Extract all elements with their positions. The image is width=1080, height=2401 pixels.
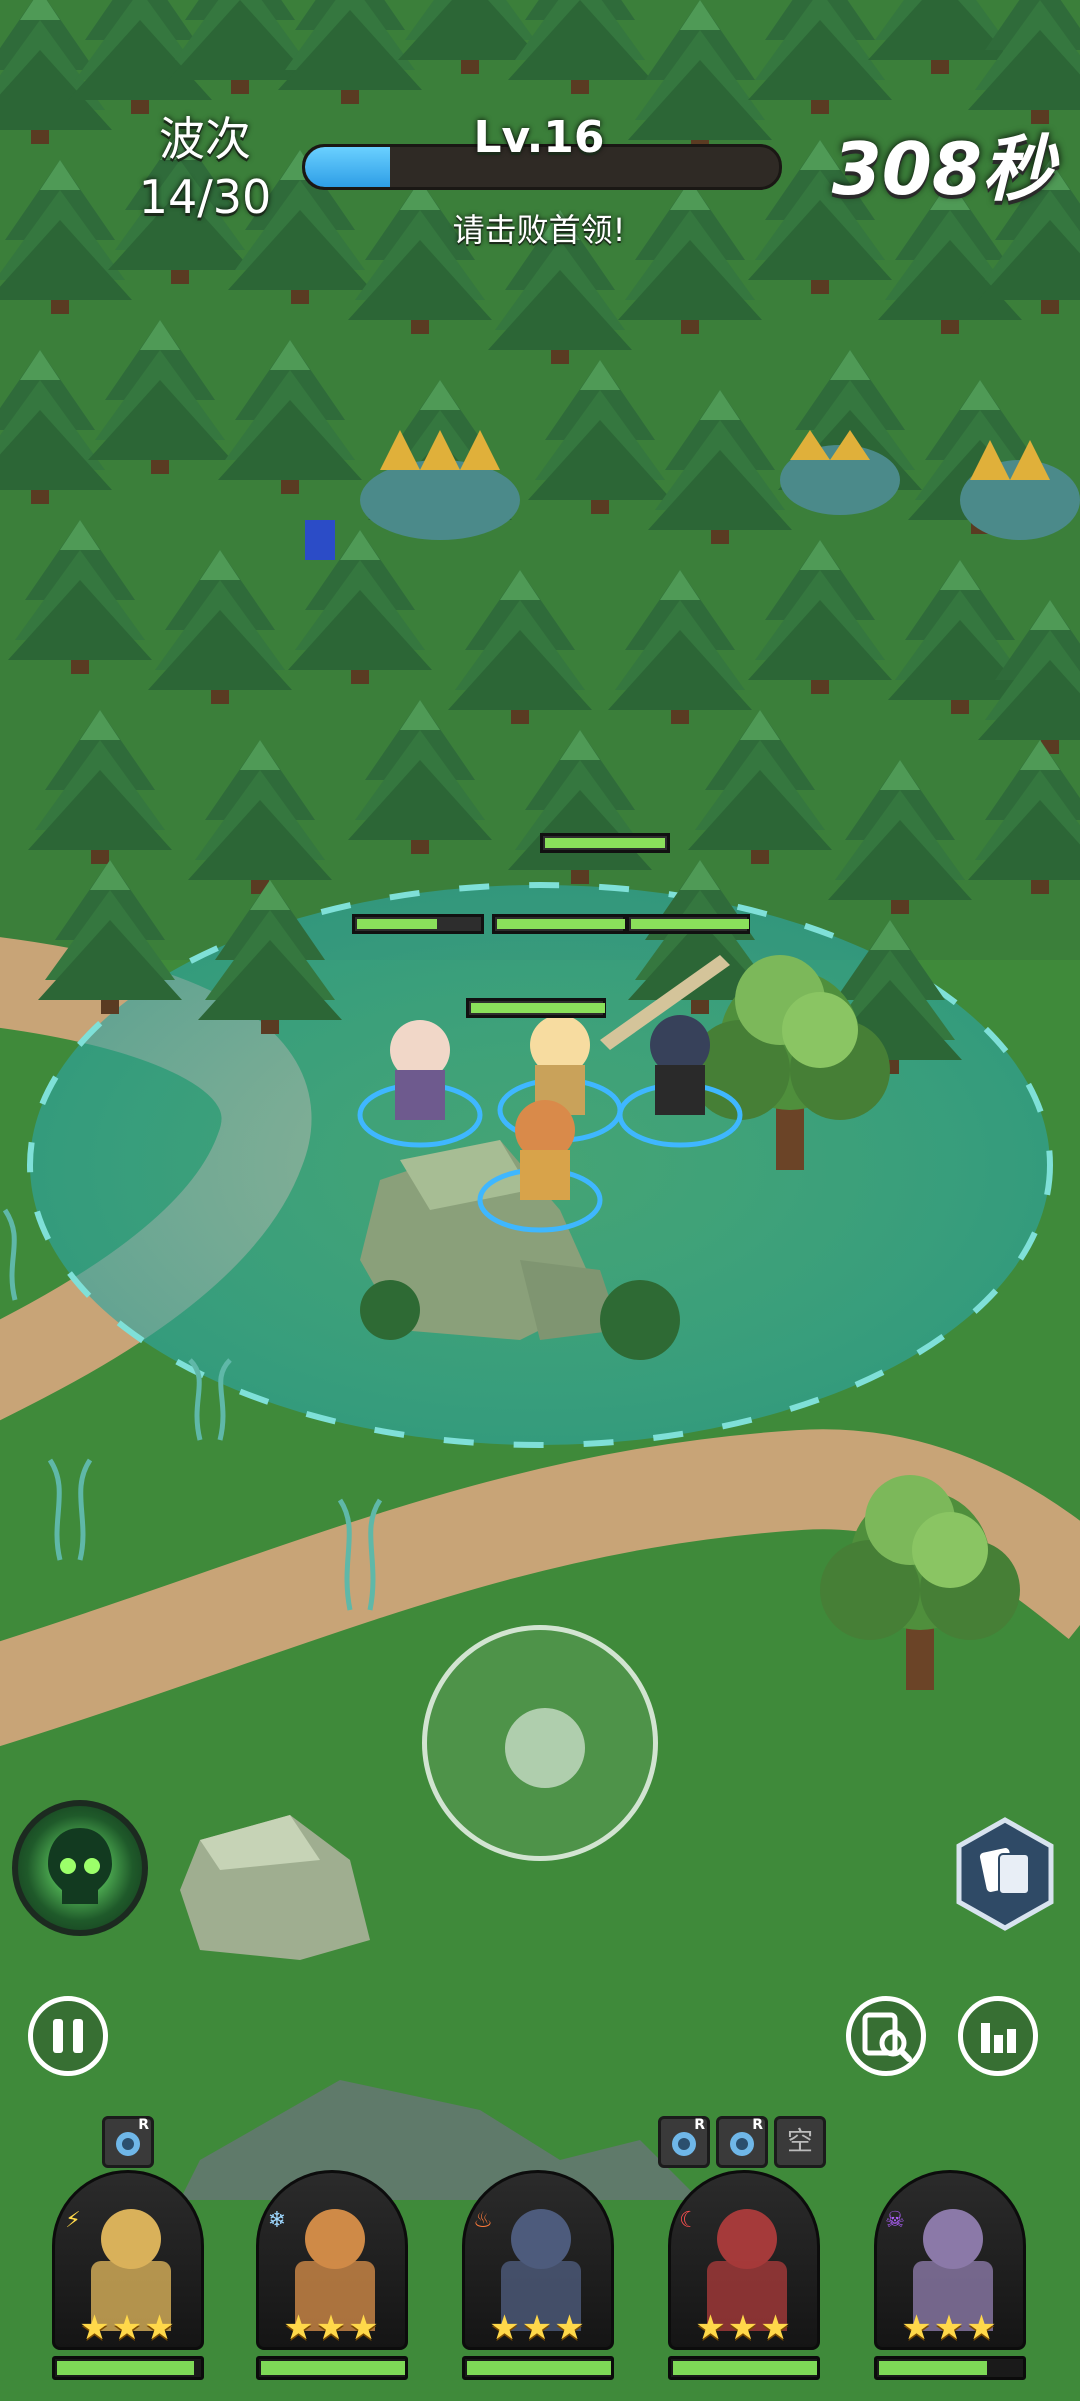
- lightning-icon: ⚡: [65, 2208, 81, 2233]
- magnify-map-icon: [862, 2012, 912, 2062]
- movement-joystick[interactable]: [422, 1625, 658, 1861]
- joystick-knob[interactable]: [505, 1708, 585, 1788]
- cards-icon: [956, 1817, 1054, 1931]
- skill-button[interactable]: [12, 1800, 148, 1936]
- hero-hp-fill: [673, 2361, 817, 2375]
- rarity-tag: R: [138, 2117, 149, 2133]
- dark-skull-skill-icon: [48, 1828, 112, 1904]
- hero-hp-fill: [57, 2361, 194, 2375]
- wave-value: 14/30: [138, 170, 272, 224]
- level-label: Lv.16: [473, 112, 605, 163]
- countdown-timer: 308秒: [831, 127, 1054, 211]
- hero-hp-bar: [462, 2356, 614, 2380]
- cards-button[interactable]: [953, 1816, 1057, 1932]
- hero-stars: ★★★: [901, 2308, 999, 2348]
- hero-slot[interactable]: ♨ ★★★: [462, 2170, 614, 2384]
- hero-hp-fill: [879, 2361, 987, 2375]
- hero-hp-bar: [668, 2356, 820, 2380]
- moon-icon: ☾: [679, 2208, 699, 2233]
- gear-item[interactable]: R: [716, 2116, 768, 2168]
- rarity-tag: R: [752, 2117, 763, 2133]
- hero-hp-fill: [261, 2361, 405, 2375]
- pause-button[interactable]: [28, 1996, 108, 2076]
- hero-hp-bar: [352, 914, 484, 934]
- hero-hp-fill: [467, 2361, 611, 2375]
- wave-counter: 波次 14/30: [110, 110, 300, 226]
- hero-slot[interactable]: ☾ ★★★: [668, 2170, 820, 2384]
- hero-hp-bar: [466, 998, 606, 1018]
- hero-stars: ★★★: [79, 2308, 177, 2348]
- hero-stars: ★★★: [489, 2308, 587, 2348]
- gear-item[interactable]: R: [102, 2116, 154, 2168]
- poison-icon: ☠: [885, 2208, 905, 2233]
- empty-slot-label: 空: [786, 2127, 813, 2157]
- hero-hp-bar: [626, 914, 750, 934]
- hero-hp-bar: [492, 914, 626, 934]
- hero-slot[interactable]: ❄ ★★★: [256, 2170, 408, 2384]
- gear-item[interactable]: R: [658, 2116, 710, 2168]
- bar-chart-icon: [981, 2023, 1016, 2053]
- fire-icon: ♨: [473, 2208, 493, 2233]
- pause-icon: [53, 2019, 83, 2053]
- hero-hp-bar: [874, 2356, 1026, 2380]
- hero-hp-bar: [256, 2356, 408, 2380]
- rarity-tag: R: [694, 2117, 705, 2133]
- objective-text: 请击败首领!: [452, 211, 626, 249]
- enemy-hp-bar: [540, 833, 670, 853]
- map-zoom-button[interactable]: [846, 1996, 926, 2076]
- hero-slot[interactable]: ⚡ ★★★: [52, 2170, 204, 2384]
- frost-icon: ❄: [267, 2208, 287, 2233]
- stats-button[interactable]: [958, 1996, 1038, 2076]
- wave-label: 波次: [159, 112, 251, 166]
- hero-stars: ★★★: [695, 2308, 793, 2348]
- hero-stars: ★★★: [283, 2308, 381, 2348]
- hero-slot[interactable]: ☠ ★★★: [874, 2170, 1026, 2384]
- empty-gear-slot[interactable]: 空: [774, 2116, 826, 2168]
- hero-hp-bar: [52, 2356, 204, 2380]
